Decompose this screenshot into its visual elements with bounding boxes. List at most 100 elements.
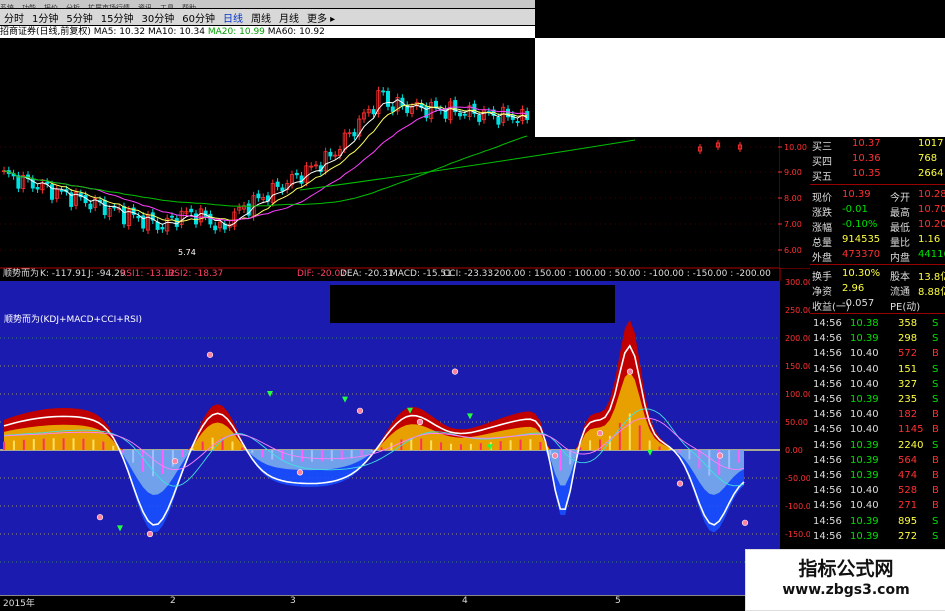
menu-item[interactable]: 扩展市场行情 xyxy=(88,4,130,8)
period-tab[interactable]: 5分钟 xyxy=(62,10,96,25)
stat-value: -0.057 xyxy=(842,298,875,309)
candle-body xyxy=(189,208,194,213)
tick-side: S xyxy=(932,515,939,527)
indicator-info-line: 顺势而为 K: -117.91 J: -94.29 RSI1: -13.12 R… xyxy=(0,268,780,280)
stat-label: 最高 xyxy=(890,208,910,219)
tick-row: 14:56 10.40 528 B xyxy=(810,484,945,499)
candle-body xyxy=(496,116,501,125)
tick-price: 10.39 xyxy=(850,439,879,451)
tick-volume: 151 xyxy=(898,363,918,375)
indicator-axis-label: 0.00 xyxy=(785,446,803,455)
stat-value: -0.10% xyxy=(842,219,878,230)
tick-price: 10.40 xyxy=(850,409,879,421)
period-tab[interactable]: 1分钟 xyxy=(28,10,62,25)
stat-value: 10.39 xyxy=(842,189,871,200)
stat-label: 流通 xyxy=(890,287,910,298)
tick-volume: 182 xyxy=(898,409,918,421)
period-tab[interactable]: 更多 ▸ xyxy=(303,10,339,25)
signal-marker xyxy=(716,452,724,459)
tick-side: S xyxy=(932,394,939,405)
stat-value: 8.88亿 xyxy=(918,287,945,298)
period-tab[interactable]: 分时 xyxy=(0,10,28,25)
tick-row: 14:56 10.40 182 B xyxy=(810,408,945,423)
signal-marker xyxy=(296,469,304,476)
stat-label: 净资 xyxy=(812,287,832,298)
tick-price: 10.39 xyxy=(850,454,879,466)
candle-body xyxy=(169,215,174,218)
tick-volume: 235 xyxy=(898,394,918,405)
tick-row: 14:56 10.39 272 S xyxy=(810,530,945,545)
watermark-url: www.zbgs3.com xyxy=(782,582,910,598)
stock-name: 招商证券(日线,前复权) xyxy=(0,27,91,37)
rsi2-value: RSI2: -18.37 xyxy=(168,269,224,279)
indicator-title: 顺势而为(KDJ+MACD+CCI+RSI) xyxy=(4,313,142,325)
menu-item[interactable]: 系统 xyxy=(0,4,14,8)
period-tab[interactable]: 周线 xyxy=(247,10,275,25)
bid-price: 10.36 xyxy=(852,153,881,164)
menu-item[interactable]: 功能 xyxy=(22,4,36,8)
tick-price: 10.39 xyxy=(850,515,879,527)
date-axis: 2015年 2 3 4 5 xyxy=(0,595,745,610)
indicator-axis-bg xyxy=(780,281,810,595)
period-tab[interactable]: 15分钟 xyxy=(97,10,138,25)
tick-volume: 2240 xyxy=(898,439,924,451)
bid-label: 买四 xyxy=(812,157,832,168)
stat-label: PE(动) xyxy=(890,302,921,313)
period-tab[interactable]: 月线 xyxy=(275,10,303,25)
quote-panel: 买三 10.37 1017 买四 10.36 768 买五 10.35 2664 现价 10.39 今… xyxy=(810,137,945,609)
bid-volume: 2664 xyxy=(918,168,944,179)
tick-side: B xyxy=(932,348,939,360)
stat-value: 2.96 xyxy=(842,283,865,294)
tick-time: 14:56 xyxy=(813,485,842,497)
stat-label: 今开 xyxy=(890,193,910,204)
period-tab[interactable]: 60分钟 xyxy=(178,10,219,25)
candle-body xyxy=(193,213,198,225)
period-toolbar: 分时 1分钟 5分钟 15分钟 30分钟 60分钟 日线 周线 月线 更多 ▸ xyxy=(0,9,535,25)
tick-side: B xyxy=(932,454,939,466)
tick-time: 14:56 xyxy=(813,409,842,421)
menu-item[interactable]: 工具 xyxy=(160,4,174,8)
price-axis-label: 8.00 xyxy=(784,194,802,203)
tick-volume: 327 xyxy=(898,378,918,390)
indicator-axis-label: 50.00 xyxy=(785,418,808,427)
tick-row: 14:56 10.39 298 S xyxy=(810,332,945,347)
tick-row: 14:56 10.39 564 B xyxy=(810,454,945,469)
indicator-name: 顺势而为 xyxy=(3,269,40,279)
month-label: 2 xyxy=(170,596,176,606)
candle-body xyxy=(35,187,40,190)
tick-row: 14:56 10.39 235 S xyxy=(810,393,945,408)
k-value: K: -117.91 xyxy=(40,269,87,279)
tick-volume: 271 xyxy=(898,500,918,512)
menu-item[interactable]: 分析 xyxy=(66,4,80,8)
signal-marker xyxy=(146,530,154,538)
signal-marker xyxy=(451,368,459,375)
candle-body xyxy=(477,114,482,122)
indicator-axis-label: 150.00 xyxy=(785,362,813,371)
tick-price: 10.39 xyxy=(850,394,879,405)
tick-price: 10.39 xyxy=(850,470,879,481)
tick-time: 14:56 xyxy=(813,500,842,512)
bid-row: 买三 10.37 1017 xyxy=(810,137,945,153)
period-tab[interactable]: 日线 xyxy=(219,10,247,25)
candle-body xyxy=(155,221,160,230)
signal-marker xyxy=(551,452,559,459)
menu-item[interactable]: 帮助 xyxy=(182,4,196,8)
indicator-axis-label: 100.00 xyxy=(785,390,813,399)
tick-side: S xyxy=(932,318,939,329)
menu-item[interactable]: 资讯 xyxy=(138,4,152,8)
bid-price: 10.37 xyxy=(852,138,881,149)
tick-price: 10.40 xyxy=(850,485,879,497)
tick-price: 10.40 xyxy=(850,363,879,375)
tick-side: B xyxy=(932,470,939,481)
candle-body xyxy=(50,184,55,200)
bid-volume: 768 xyxy=(918,153,938,164)
stat-row: 换手 10.30% 股本 13.8亿 xyxy=(810,267,945,283)
stat-label: 内盘 xyxy=(890,253,910,264)
period-tab[interactable]: 30分钟 xyxy=(137,10,178,25)
tick-row: 14:56 10.39 895 S xyxy=(810,515,945,530)
candle-body xyxy=(136,215,141,219)
signal-marker xyxy=(416,418,424,426)
tick-side: S xyxy=(932,378,939,390)
tick-time: 14:56 xyxy=(813,348,842,360)
menu-item[interactable]: 报价 xyxy=(44,4,58,8)
